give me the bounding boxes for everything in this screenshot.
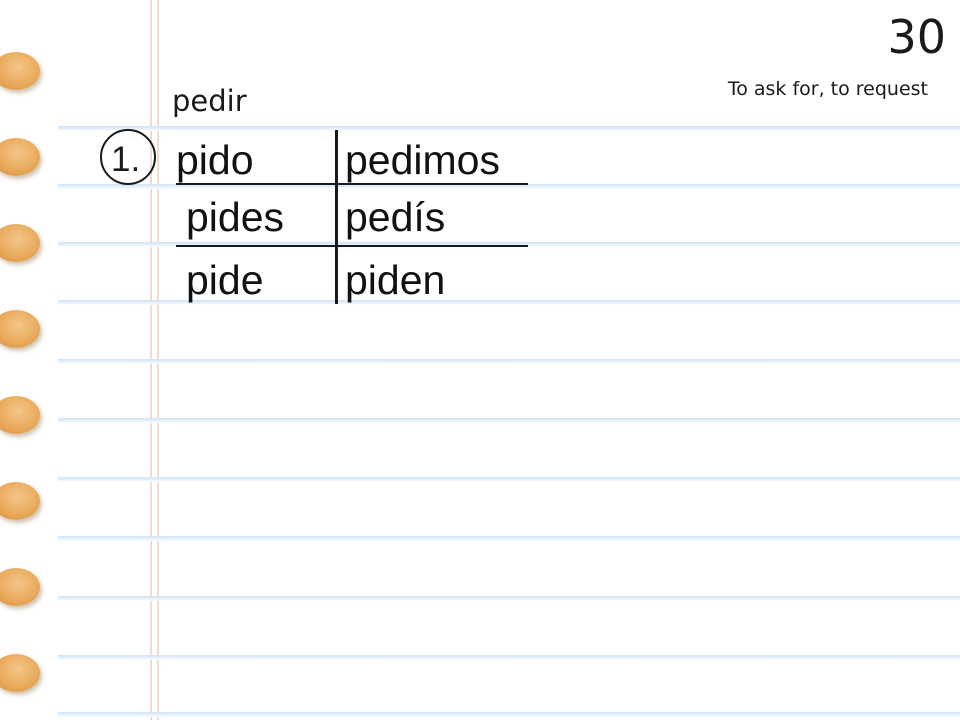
ruled-line — [58, 359, 960, 364]
conjugation-divider-horizontal — [176, 183, 528, 185]
binder-hole — [0, 224, 40, 262]
item-number: 1. — [111, 140, 141, 179]
ruled-line — [58, 596, 960, 601]
binder-hole — [0, 310, 40, 348]
binder-hole — [0, 52, 40, 90]
ruled-line — [58, 477, 960, 482]
verb-infinitive: pedir — [172, 84, 247, 118]
conjugation-ellos: piden — [345, 257, 446, 303]
binder-hole — [0, 568, 40, 606]
ruled-line — [58, 126, 960, 131]
notebook-page: 30 To ask for, to request pedir 1. pido … — [0, 0, 960, 720]
binder-hole — [0, 396, 40, 434]
conjugation-divider-vertical — [335, 130, 338, 304]
binder-hole — [0, 138, 40, 176]
binder-hole — [0, 654, 40, 692]
conjugation-el: pide — [186, 257, 264, 303]
conjugation-yo: pido — [176, 137, 254, 183]
ruled-line — [58, 536, 960, 541]
conjugation-tu: pides — [186, 194, 285, 240]
ruled-line — [58, 655, 960, 660]
ruled-line — [58, 418, 960, 423]
conjugation-nosotros: pedimos — [345, 137, 500, 183]
verb-meaning: To ask for, to request — [727, 78, 928, 100]
ruled-line — [58, 712, 960, 717]
conjugation-divider-horizontal — [176, 245, 528, 247]
binder-hole — [0, 482, 40, 520]
page-number: 30 — [887, 10, 946, 64]
conjugation-vosotros: pedís — [345, 194, 446, 240]
